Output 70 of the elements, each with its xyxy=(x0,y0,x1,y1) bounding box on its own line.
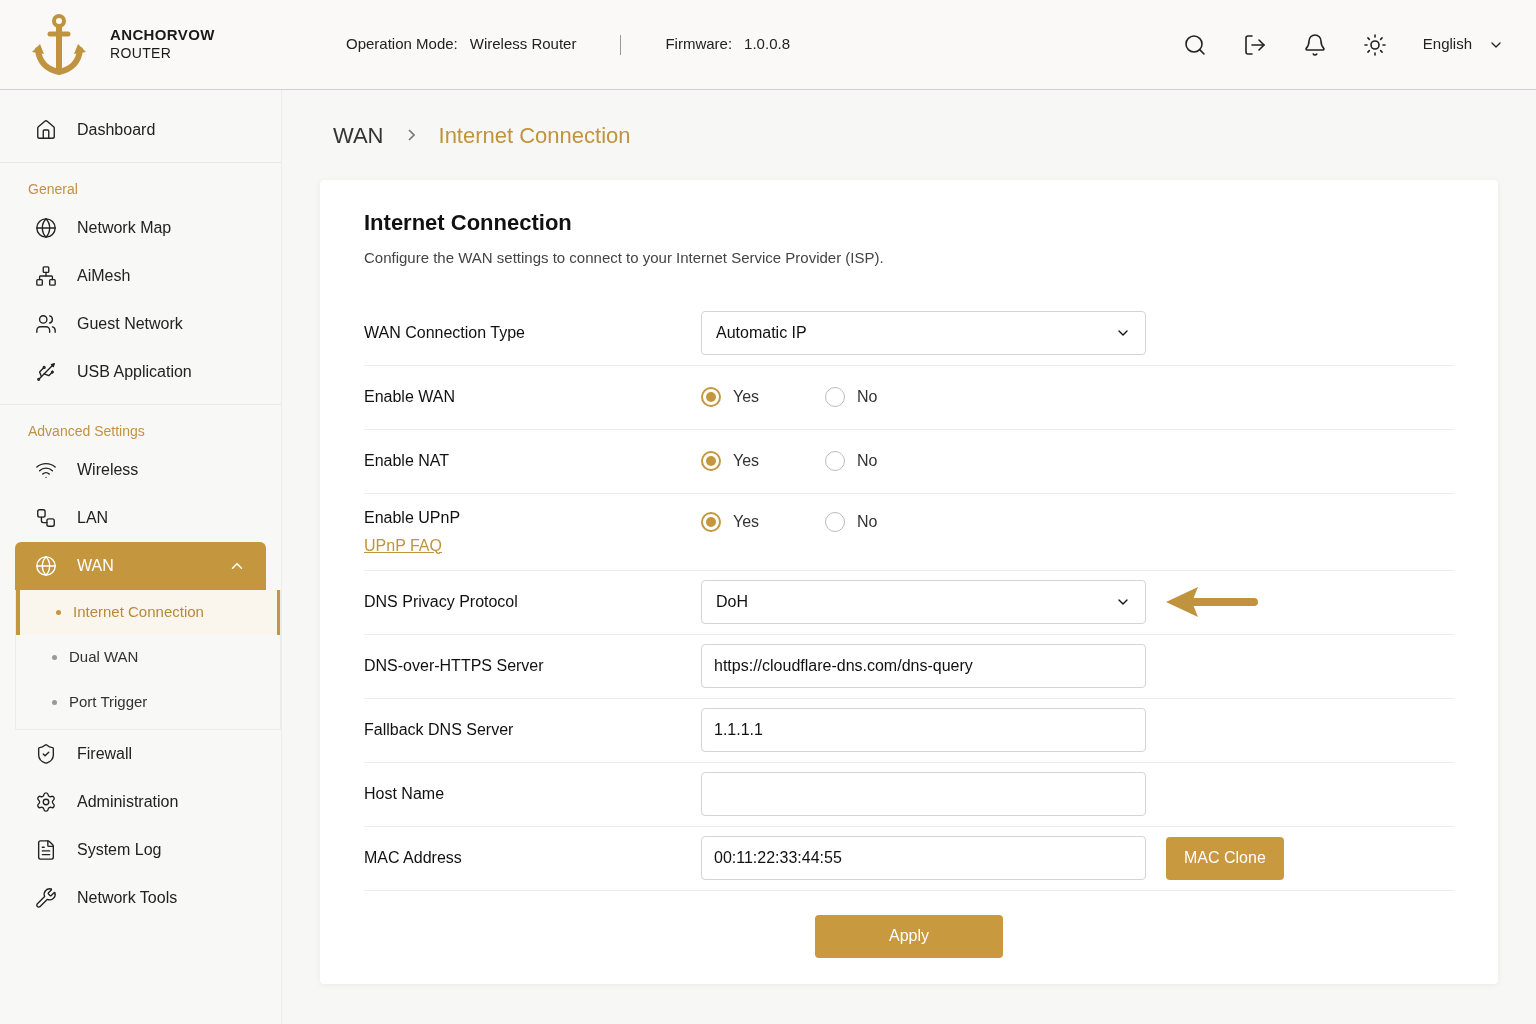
field-label: WAN Connection Type xyxy=(364,323,526,343)
sidebar-item[interactable]: AiMesh xyxy=(15,252,266,300)
field-label: Host Name xyxy=(364,784,446,804)
breadcrumb-item[interactable]: WAN xyxy=(333,118,384,152)
sidebar-item[interactable]: LAN xyxy=(15,494,266,542)
tools-icon xyxy=(35,887,57,909)
radio-button[interactable] xyxy=(825,511,845,532)
sidebar-item[interactable]: Dashboard xyxy=(15,106,266,154)
globe-icon xyxy=(35,555,57,577)
submenu-item[interactable]: Port Trigger xyxy=(16,680,280,725)
field-label: Enable UPnP xyxy=(364,507,462,528)
radio-label: No xyxy=(857,387,878,407)
sidebar-item[interactable]: USB Application xyxy=(15,348,266,396)
card-description: Configure the WAN settings to connect to your Internet Service Provider (ISP). xyxy=(364,248,885,268)
breadcrumb-item: Internet Connection xyxy=(438,121,631,150)
submenu-item[interactable]: Dual WAN xyxy=(16,635,280,680)
section-heading: General xyxy=(27,180,79,199)
dropdown-select[interactable]: DoH xyxy=(701,580,1146,624)
notification-icon[interactable] xyxy=(1302,32,1327,57)
firmware-label: Firmware: xyxy=(665,34,733,55)
breadcrumb-separator-icon xyxy=(407,129,415,141)
radio-button[interactable] xyxy=(825,387,845,407)
home-icon xyxy=(35,119,57,141)
search-icon[interactable] xyxy=(1182,32,1207,57)
document-icon xyxy=(35,839,57,861)
text-field[interactable]: https://cloudflare-dns.com/dns-query xyxy=(701,644,1146,688)
globe-icon xyxy=(35,217,57,239)
field-label: Enable WAN xyxy=(364,387,456,407)
users-icon xyxy=(35,313,57,335)
radio-button[interactable] xyxy=(701,451,721,471)
settings-icon xyxy=(35,791,57,813)
radio-button[interactable] xyxy=(701,387,721,407)
field-label: MAC Address xyxy=(364,848,463,868)
radio-label: Yes xyxy=(733,387,760,407)
sidebar-item[interactable]: Firewall xyxy=(15,730,266,778)
operation-mode-label: Operation Mode: xyxy=(346,34,458,55)
dropdown-select[interactable]: Automatic IP xyxy=(701,311,1146,355)
brand-name: ANCHORVOW xyxy=(110,26,215,46)
radio-label: No xyxy=(857,511,878,532)
theme-icon[interactable] xyxy=(1362,32,1387,57)
sidebar-item[interactable]: Wireless xyxy=(15,446,266,494)
text-field[interactable] xyxy=(701,772,1146,816)
sidebar-item[interactable]: Network Tools xyxy=(15,874,266,922)
shield-icon xyxy=(35,743,57,765)
operation-mode-value: Wireless Router xyxy=(469,34,577,55)
logout-icon[interactable] xyxy=(1242,32,1267,57)
network-icon xyxy=(35,265,57,287)
sidebar-item[interactable]: Guest Network xyxy=(15,300,266,348)
radio-label: Yes xyxy=(733,451,760,471)
radio-label: Yes xyxy=(733,511,760,532)
network-icon xyxy=(35,507,57,529)
brand-subtitle: ROUTER xyxy=(110,45,173,63)
usb-icon xyxy=(35,361,57,383)
sidebar-item[interactable]: System Log xyxy=(15,826,266,874)
text-field[interactable]: 1.1.1.1 xyxy=(701,708,1146,752)
sidebar-item[interactable]: Network Map xyxy=(15,204,266,252)
field-label: Fallback DNS Server xyxy=(364,720,515,740)
anchor-logo-icon xyxy=(32,11,86,78)
radio-button[interactable] xyxy=(701,511,721,532)
field-label: DNS-over-HTTPS Server xyxy=(364,656,545,676)
field-label: Enable NAT xyxy=(364,451,451,471)
card-title: Internet Connection xyxy=(364,209,573,237)
firmware-value: 1.0.0.8 xyxy=(744,34,790,55)
section-heading: Advanced Settings xyxy=(27,422,146,441)
radio-button[interactable] xyxy=(825,451,845,471)
language-dropdown[interactable]: English xyxy=(1422,33,1504,56)
text-field[interactable]: 00:11:22:33:44:55 xyxy=(701,836,1146,880)
field-label: DNS Privacy Protocol xyxy=(364,592,519,612)
radio-label: No xyxy=(857,451,878,471)
sidebar-item[interactable]: Administration xyxy=(15,778,266,826)
